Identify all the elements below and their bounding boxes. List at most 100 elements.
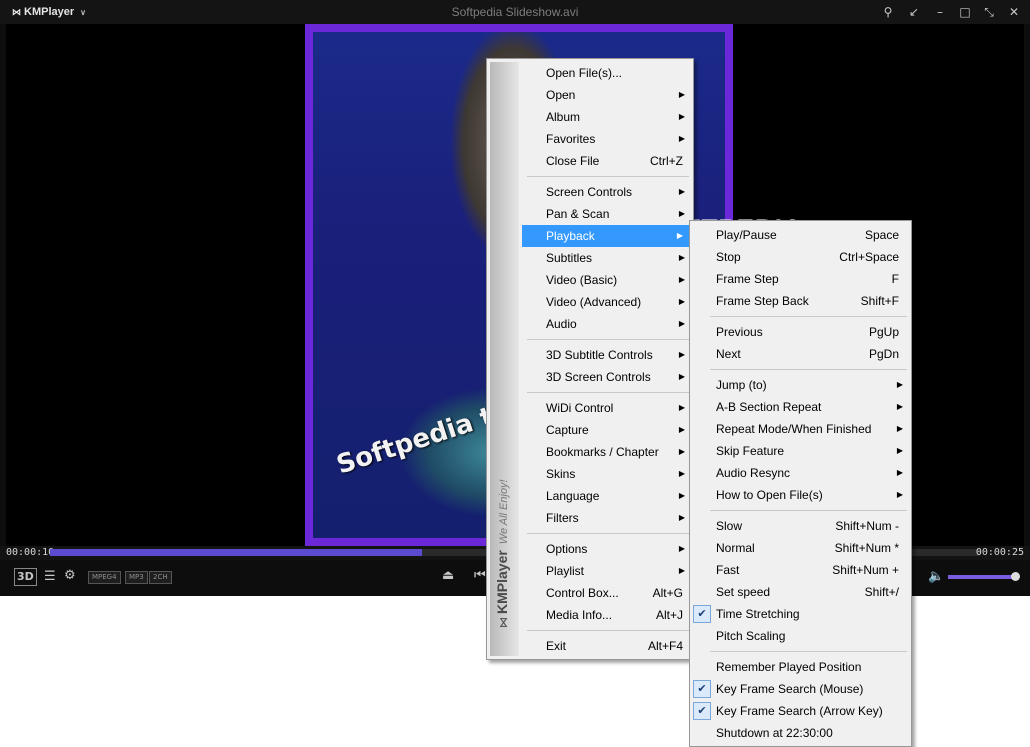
menu-item-video-basic[interactable]: Video (Basic) ▶ [487,269,693,291]
menu-item-shortcut: Ctrl+Z [650,154,683,168]
menu-item-key-frame-search-mouse[interactable]: ✔ Key Frame Search (Mouse) [690,678,911,700]
submenu-arrow-icon: ▶ [678,544,685,553]
checkmark-icon: ✔ [693,680,711,698]
menu-item-label: Open File(s)... [546,66,623,80]
menu-item-close-file[interactable]: Close File Ctrl+Z [487,150,693,172]
volume-slider[interactable] [948,572,1020,581]
submenu-arrow-icon: ▶ [678,134,685,143]
menu-item-album[interactable]: Album ▶ [487,106,693,128]
menu-item-favorites[interactable]: Favorites ▶ [487,128,693,150]
menu-item-frame-step-back[interactable]: Frame Step Back Shift+F [690,290,911,312]
menu-separator [527,630,689,631]
menu-item-audio-resync[interactable]: Audio Resync ▶ [690,462,911,484]
menu-item-bookmarks-chapter[interactable]: Bookmarks / Chapter ▶ [487,441,693,463]
previous-icon[interactable]: ⏮ [474,568,486,584]
menu-item-control-box[interactable]: Control Box... Alt+G [487,582,693,604]
submenu-arrow-icon: ▶ [678,425,685,434]
menu-item-label: Previous [716,325,763,339]
menu-item-skins[interactable]: Skins ▶ [487,463,693,485]
volume-level [948,575,1015,579]
menu-item-slow[interactable]: Slow Shift+Num - [690,515,911,537]
menu-item-a-b-section-repeat[interactable]: A-B Section Repeat ▶ [690,396,911,418]
menu-item-label: Exit [546,639,567,653]
codec-badge-video: MPEG4 [88,571,121,584]
menu-separator [527,339,689,340]
menu-item-frame-step[interactable]: Frame Step F [690,268,911,290]
menu-item-label: Frame Step [716,272,779,286]
menu-item-time-stretching[interactable]: ✔ Time Stretching [690,603,911,625]
menu-item-jump-to[interactable]: Jump (to) ▶ [690,374,911,396]
menu-item-subtitles[interactable]: Subtitles ▶ [487,247,693,269]
3d-icon[interactable]: 3D [14,568,37,586]
submenu-arrow-icon: ▶ [678,319,685,328]
menu-item-options[interactable]: Options ▶ [487,538,693,560]
menu-item-skip-feature[interactable]: Skip Feature ▶ [690,440,911,462]
menu-item-shortcut: Ctrl+Space [839,250,899,264]
menu-item-media-info[interactable]: Media Info... Alt+J [487,604,693,626]
submenu-arrow-icon: ▶ [676,231,683,240]
menu-item-stop[interactable]: Stop Ctrl+Space [690,246,911,268]
menu-item-label: Pitch Scaling [716,629,786,643]
menu-item-label: WiDi Control [546,401,614,415]
menu-item-pan-scan[interactable]: Pan & Scan ▶ [487,203,693,225]
menu-item-open[interactable]: Open ▶ [487,84,693,106]
menu-item-3d-subtitle-controls[interactable]: 3D Subtitle Controls ▶ [487,344,693,366]
menu-item-3d-screen-controls[interactable]: 3D Screen Controls ▶ [487,366,693,388]
pin-icon[interactable]: ⚲ [878,3,898,21]
menu-item-capture[interactable]: Capture ▶ [487,419,693,441]
menu-item-screen-controls[interactable]: Screen Controls ▶ [487,181,693,203]
menu-item-shortcut: Alt+G [652,586,683,600]
volume-knob[interactable] [1010,572,1020,581]
eject-icon[interactable]: ⏏ [442,568,454,584]
menu-item-label: Frame Step Back [716,294,809,308]
menu-item-open-file-s[interactable]: Open File(s)... [487,62,693,84]
codec-badge-channels: 2CH [149,571,172,584]
menu-item-next[interactable]: Next PgDn [690,343,911,365]
menu-item-label: Key Frame Search (Mouse) [716,682,864,696]
menu-item-label: Key Frame Search (Arrow Key) [716,704,883,718]
menu-item-normal[interactable]: Normal Shift+Num * [690,537,911,559]
menu-item-label: 3D Screen Controls [546,370,651,384]
arrow-down-left-icon[interactable]: ↙ [904,3,924,21]
menu-item-key-frame-search-arrow-key[interactable]: ✔ Key Frame Search (Arrow Key) [690,700,911,722]
menu-item-label: Subtitles [546,251,593,265]
menu-item-label: A-B Section Repeat [716,400,822,414]
menu-item-shortcut: F [891,272,899,286]
menu-item-fast[interactable]: Fast Shift+Num + [690,559,911,581]
menu-item-pitch-scaling[interactable]: Pitch Scaling [690,625,911,647]
menu-item-previous[interactable]: Previous PgUp [690,321,911,343]
menu-item-filters[interactable]: Filters ▶ [487,507,693,529]
menu-item-label: Repeat Mode/When Finished [716,422,872,436]
checkmark-icon: ✔ [693,605,711,623]
menu-item-repeat-mode-when-finished[interactable]: Repeat Mode/When Finished ▶ [690,418,911,440]
menu-item-video-advanced[interactable]: Video (Advanced) ▶ [487,291,693,313]
title-bar: ⋈ KMPlayer ∨ Softpedia Slideshow.avi ⚲ ↙… [0,0,1030,24]
menu-item-play-pause[interactable]: Play/Pause Space [690,224,911,246]
menu-item-audio[interactable]: Audio ▶ [487,313,693,335]
submenu-arrow-icon: ▶ [896,424,903,433]
minimize-icon[interactable]: – [930,3,950,21]
menu-item-widi-control[interactable]: WiDi Control ▶ [487,397,693,419]
close-icon[interactable]: ✕ [1004,3,1024,21]
submenu-arrow-icon: ▶ [678,447,685,456]
menu-item-label: Skins [546,467,576,481]
menu-item-playback[interactable]: Playback ▶ [522,225,691,247]
menu-item-how-to-open-file-s[interactable]: How to Open File(s) ▶ [690,484,911,506]
menu-item-remember-played-position[interactable]: Remember Played Position [690,656,911,678]
gear-icon[interactable]: ⚙ [64,568,76,584]
menu-item-language[interactable]: Language ▶ [487,485,693,507]
submenu-arrow-icon: ▶ [678,350,685,359]
menu-item-label: Control Box... [546,586,619,600]
submenu-arrow-icon: ▶ [678,403,685,412]
volume-icon[interactable]: 🔈 [928,569,944,585]
menu-item-playlist[interactable]: Playlist ▶ [487,560,693,582]
menu-item-label: Pan & Scan [546,207,610,221]
menu-item-label: How to Open File(s) [716,488,823,502]
fullscreen-icon[interactable]: ⤡ [979,3,999,21]
menu-item-set-speed[interactable]: Set speed Shift+/ [690,581,911,603]
menu-item-shutdown-at-22-30-00[interactable]: Shutdown at 22:30:00 [690,722,911,744]
menu-item-exit[interactable]: Exit Alt+F4 [487,635,693,657]
playlist-icon[interactable]: ☰ [44,569,56,585]
maximize-icon[interactable]: □ [955,3,975,21]
menu-item-shortcut: PgUp [868,325,899,339]
